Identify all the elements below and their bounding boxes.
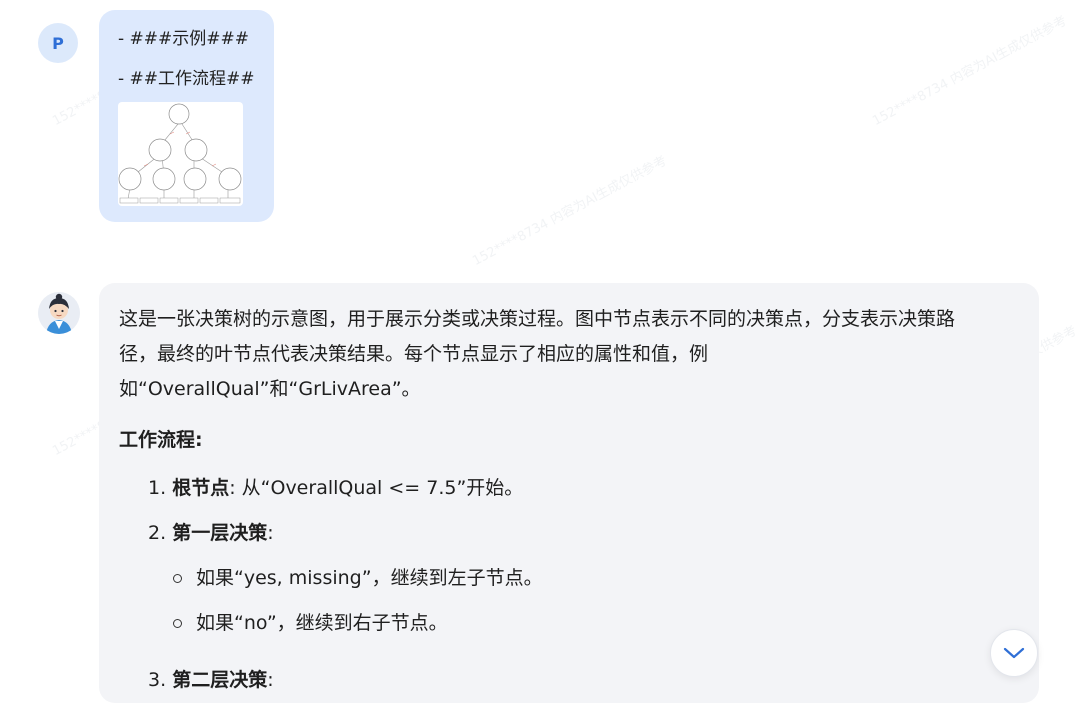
intro-line: 如“OverallQual”和“GrLivArea”。: [119, 378, 421, 400]
user-avatar: P: [38, 23, 78, 63]
attached-image-thumbnail[interactable]: [118, 102, 243, 206]
assistant-avatar-graphic: [38, 292, 80, 334]
sub-list-text: 如果“yes, missing”，继续到左子节点。: [196, 567, 543, 589]
user-message-line: - ##工作流程##: [118, 69, 255, 89]
section-title: 工作流程:: [119, 429, 203, 451]
assistant-avatar-icon: [38, 292, 80, 334]
sub-list-item: 如果“no”，继续到右子节点。: [173, 608, 1019, 638]
watermark: 152****8734 内容为AI生成仅供参考: [870, 13, 1070, 130]
list-item: 1. 根节点: 从“OverallQual <= 7.5”开始。: [148, 473, 1019, 503]
list-number: 3.: [148, 669, 167, 691]
scroll-to-bottom-button[interactable]: [990, 629, 1038, 677]
chevron-down-icon: [1003, 647, 1025, 659]
sub-list-text: 如果“no”，继续到右子节点。: [196, 612, 448, 634]
list-number: 2.: [148, 522, 167, 544]
bullet-circle-icon: [173, 618, 182, 628]
user-avatar-letter: P: [52, 33, 64, 53]
list-number: 1.: [148, 477, 167, 499]
watermark: 152****8734 内容为AI生成仅供参考: [470, 153, 670, 270]
bullet-circle-icon: [173, 573, 182, 583]
list-item-bold: 根节点: [172, 477, 230, 499]
user-message-bubble: - ###示例### - ##工作流程##: [99, 10, 274, 222]
intro-line: 径，最终的叶节点代表决策结果。每个节点显示了相应的属性和值，例: [119, 343, 709, 365]
list-item: 3. 第二层决策:: [148, 665, 1019, 695]
list-item-text: : 从“OverallQual <= 7.5”开始。: [229, 477, 524, 499]
list-item: 2. 第一层决策:: [148, 518, 1019, 548]
list-item-text: :: [267, 522, 274, 544]
list-item-bold: 第二层决策: [172, 669, 268, 691]
sub-list-item: 如果“yes, missing”，继续到左子节点。: [173, 563, 1019, 593]
intro-line: 这是一张决策树的示意图，用于展示分类或决策过程。图中节点表示不同的决策点，分支表…: [119, 308, 956, 330]
list-item-bold: 第一层决策: [172, 522, 268, 544]
decision-tree-image: [118, 103, 242, 204]
user-message-line: - ###示例###: [118, 29, 250, 49]
list-item-text: :: [267, 669, 274, 691]
assistant-message-bubble: 这是一张决策树的示意图，用于展示分类或决策过程。图中节点表示不同的决策点，分支表…: [99, 283, 1039, 703]
